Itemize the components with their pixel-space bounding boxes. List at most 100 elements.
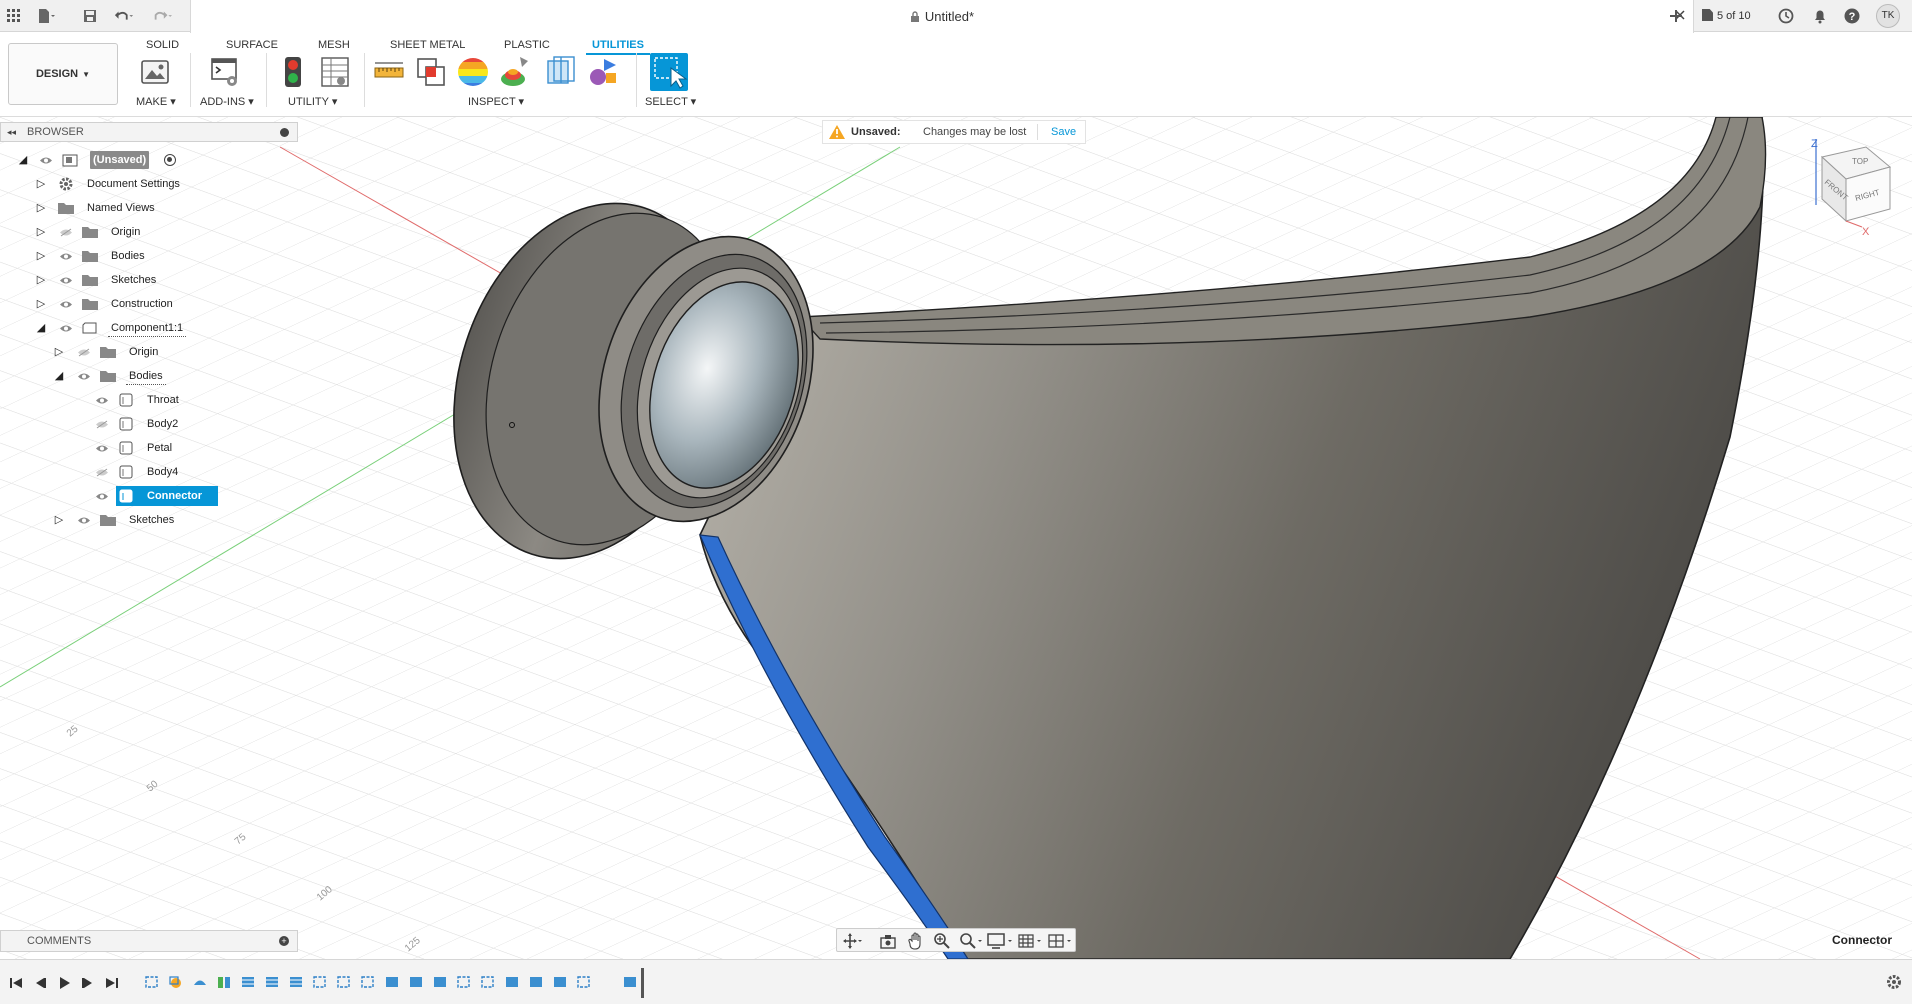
file-menu-icon[interactable] xyxy=(36,6,56,26)
orbit-icon[interactable] xyxy=(843,933,863,949)
app-grid-icon[interactable] xyxy=(4,6,24,26)
timeline-extrude-feature-icon[interactable] xyxy=(384,974,400,990)
zoom-window-icon[interactable] xyxy=(959,932,985,950)
browser-item-body-throat[interactable]: Throat xyxy=(0,390,300,410)
tab-plastic[interactable]: PLASTIC xyxy=(504,35,550,55)
interference-button[interactable] xyxy=(414,55,448,89)
visibility-eye-icon[interactable] xyxy=(94,438,110,458)
timeline-previous-icon[interactable] xyxy=(32,975,48,991)
collapse-panel-icon[interactable]: ◂◂ xyxy=(7,123,16,141)
help-icon[interactable]: ? xyxy=(1842,6,1862,26)
timeline-extrude-feature-icon[interactable] xyxy=(504,974,520,990)
tab-surface[interactable]: SURFACE xyxy=(226,35,278,55)
browser-root-node[interactable]: ◢ (Unsaved) xyxy=(0,150,300,170)
timeline-sketch-feature-icon[interactable] xyxy=(144,974,160,990)
timeline-end-icon[interactable] xyxy=(104,975,120,991)
collapse-triangle-icon[interactable]: ◢ xyxy=(52,366,66,386)
save-icon[interactable] xyxy=(80,6,100,26)
timeline-extrude-feature-icon[interactable] xyxy=(408,974,424,990)
timeline-sketch-feature-icon[interactable] xyxy=(480,974,496,990)
select-group-label[interactable]: SELECT ▾ xyxy=(645,95,696,108)
browser-item-bodies[interactable]: ▷ Bodies xyxy=(0,246,300,266)
collapse-triangle-icon[interactable]: ◢ xyxy=(34,318,48,338)
browser-item-component[interactable]: ◢ Component1:1 xyxy=(0,318,300,338)
timeline-sketch-feature-icon[interactable] xyxy=(336,974,352,990)
viewports-icon[interactable] xyxy=(1047,932,1075,950)
undo-icon[interactable] xyxy=(114,6,134,26)
timeline-split-feature-icon[interactable] xyxy=(216,974,232,990)
hidden-eye-icon[interactable] xyxy=(94,462,110,482)
section-analysis-button[interactable] xyxy=(544,55,578,89)
expand-triangle-icon[interactable]: ▷ xyxy=(34,198,48,218)
tab-utilities[interactable]: UTILITIES xyxy=(586,35,650,55)
notifications-bell-icon[interactable] xyxy=(1810,6,1830,26)
expand-triangle-icon[interactable]: ▷ xyxy=(52,342,66,362)
tab-solid[interactable]: SOLID xyxy=(146,35,179,55)
visibility-eye-icon[interactable] xyxy=(38,150,54,170)
browser-item-body-petal[interactable]: Petal xyxy=(0,438,300,458)
visibility-eye-icon[interactable] xyxy=(58,246,74,266)
browser-item-document-settings[interactable]: ▷ Document Settings xyxy=(0,174,300,194)
pan-hand-icon[interactable] xyxy=(907,932,925,950)
workspace-switcher-button[interactable]: DESIGN ▼ xyxy=(8,43,118,105)
visibility-eye-icon[interactable] xyxy=(94,486,110,506)
look-at-icon[interactable] xyxy=(879,933,897,949)
timeline-sketch-feature-icon[interactable] xyxy=(456,974,472,990)
browser-item-component-origin[interactable]: ▷ Origin xyxy=(0,342,300,362)
tab-sheet-metal[interactable]: SHEET METAL xyxy=(390,35,465,55)
collapse-triangle-icon[interactable]: ◢ xyxy=(16,150,30,170)
redo-icon[interactable] xyxy=(152,6,172,26)
expand-triangle-icon[interactable]: ▷ xyxy=(34,246,48,266)
component-color-button[interactable] xyxy=(586,55,620,89)
expand-triangle-icon[interactable]: ▷ xyxy=(34,222,48,242)
job-status-icon[interactable] xyxy=(1776,6,1796,26)
browser-item-body-body2[interactable]: Body2 xyxy=(0,414,300,434)
browser-item-sketches[interactable]: ▷ Sketches xyxy=(0,270,300,290)
utility-group-label[interactable]: UTILITY ▾ xyxy=(288,95,337,108)
visibility-eye-icon[interactable] xyxy=(76,510,92,530)
user-avatar[interactable]: TK xyxy=(1876,4,1900,28)
select-button[interactable] xyxy=(650,53,688,91)
tab-mesh[interactable]: MESH xyxy=(318,35,350,55)
panel-pin-icon[interactable] xyxy=(280,128,289,137)
visibility-eye-icon[interactable] xyxy=(58,318,74,338)
expand-triangle-icon[interactable]: ▷ xyxy=(34,174,48,194)
activate-radio-icon[interactable] xyxy=(164,154,176,166)
save-link[interactable]: Save xyxy=(1051,121,1076,143)
timeline-extrude-feature-icon[interactable] xyxy=(528,974,544,990)
curvature-map-button[interactable] xyxy=(456,55,490,89)
make-group-label[interactable]: MAKE ▾ xyxy=(136,95,176,108)
browser-item-body-connector[interactable]: Connector xyxy=(0,486,300,506)
grid-settings-icon[interactable] xyxy=(1017,932,1045,950)
draft-analysis-button[interactable] xyxy=(498,55,532,89)
visibility-eye-icon[interactable] xyxy=(76,366,92,386)
new-tab-icon[interactable] xyxy=(1666,6,1686,26)
timeline-start-icon[interactable] xyxy=(8,975,24,991)
version-badge[interactable]: 5 of 10 xyxy=(1702,8,1751,24)
scripts-addins-button[interactable] xyxy=(208,55,242,89)
expand-triangle-icon[interactable]: ▷ xyxy=(34,270,48,290)
display-settings-icon[interactable] xyxy=(987,932,1015,950)
visibility-eye-icon[interactable] xyxy=(58,270,74,290)
timeline-play-icon[interactable] xyxy=(56,975,72,991)
timeline-sketch-feature-icon[interactable] xyxy=(312,974,328,990)
timeline-next-icon[interactable] xyxy=(80,975,96,991)
browser-item-origin[interactable]: ▷ Origin xyxy=(0,222,300,242)
browser-item-component-sketches[interactable]: ▷ Sketches xyxy=(0,510,300,530)
add-comment-icon[interactable]: + xyxy=(279,936,289,946)
browser-item-component-bodies[interactable]: ◢ Bodies xyxy=(0,366,300,386)
timeline-extrude-feature-icon[interactable] xyxy=(240,974,256,990)
browser-header[interactable]: ◂◂ BROWSER xyxy=(0,122,298,142)
timeline-extrude-feature-icon[interactable] xyxy=(622,974,638,990)
timeline-extrude-feature-icon[interactable] xyxy=(552,974,568,990)
timeline-extrude-feature-icon[interactable] xyxy=(288,974,304,990)
timeline-sketch-feature-icon[interactable] xyxy=(360,974,376,990)
parameters-button[interactable] xyxy=(318,55,352,89)
inspect-group-label[interactable]: INSPECT ▾ xyxy=(468,95,524,108)
hidden-eye-icon[interactable] xyxy=(76,342,92,362)
timeline-extrude-feature-icon[interactable] xyxy=(264,974,280,990)
browser-item-body-body4[interactable]: Body4 xyxy=(0,462,300,482)
timeline-sketch-feature-icon[interactable] xyxy=(576,974,592,990)
traffic-light-button[interactable] xyxy=(276,55,310,89)
measure-button[interactable] xyxy=(372,55,406,89)
